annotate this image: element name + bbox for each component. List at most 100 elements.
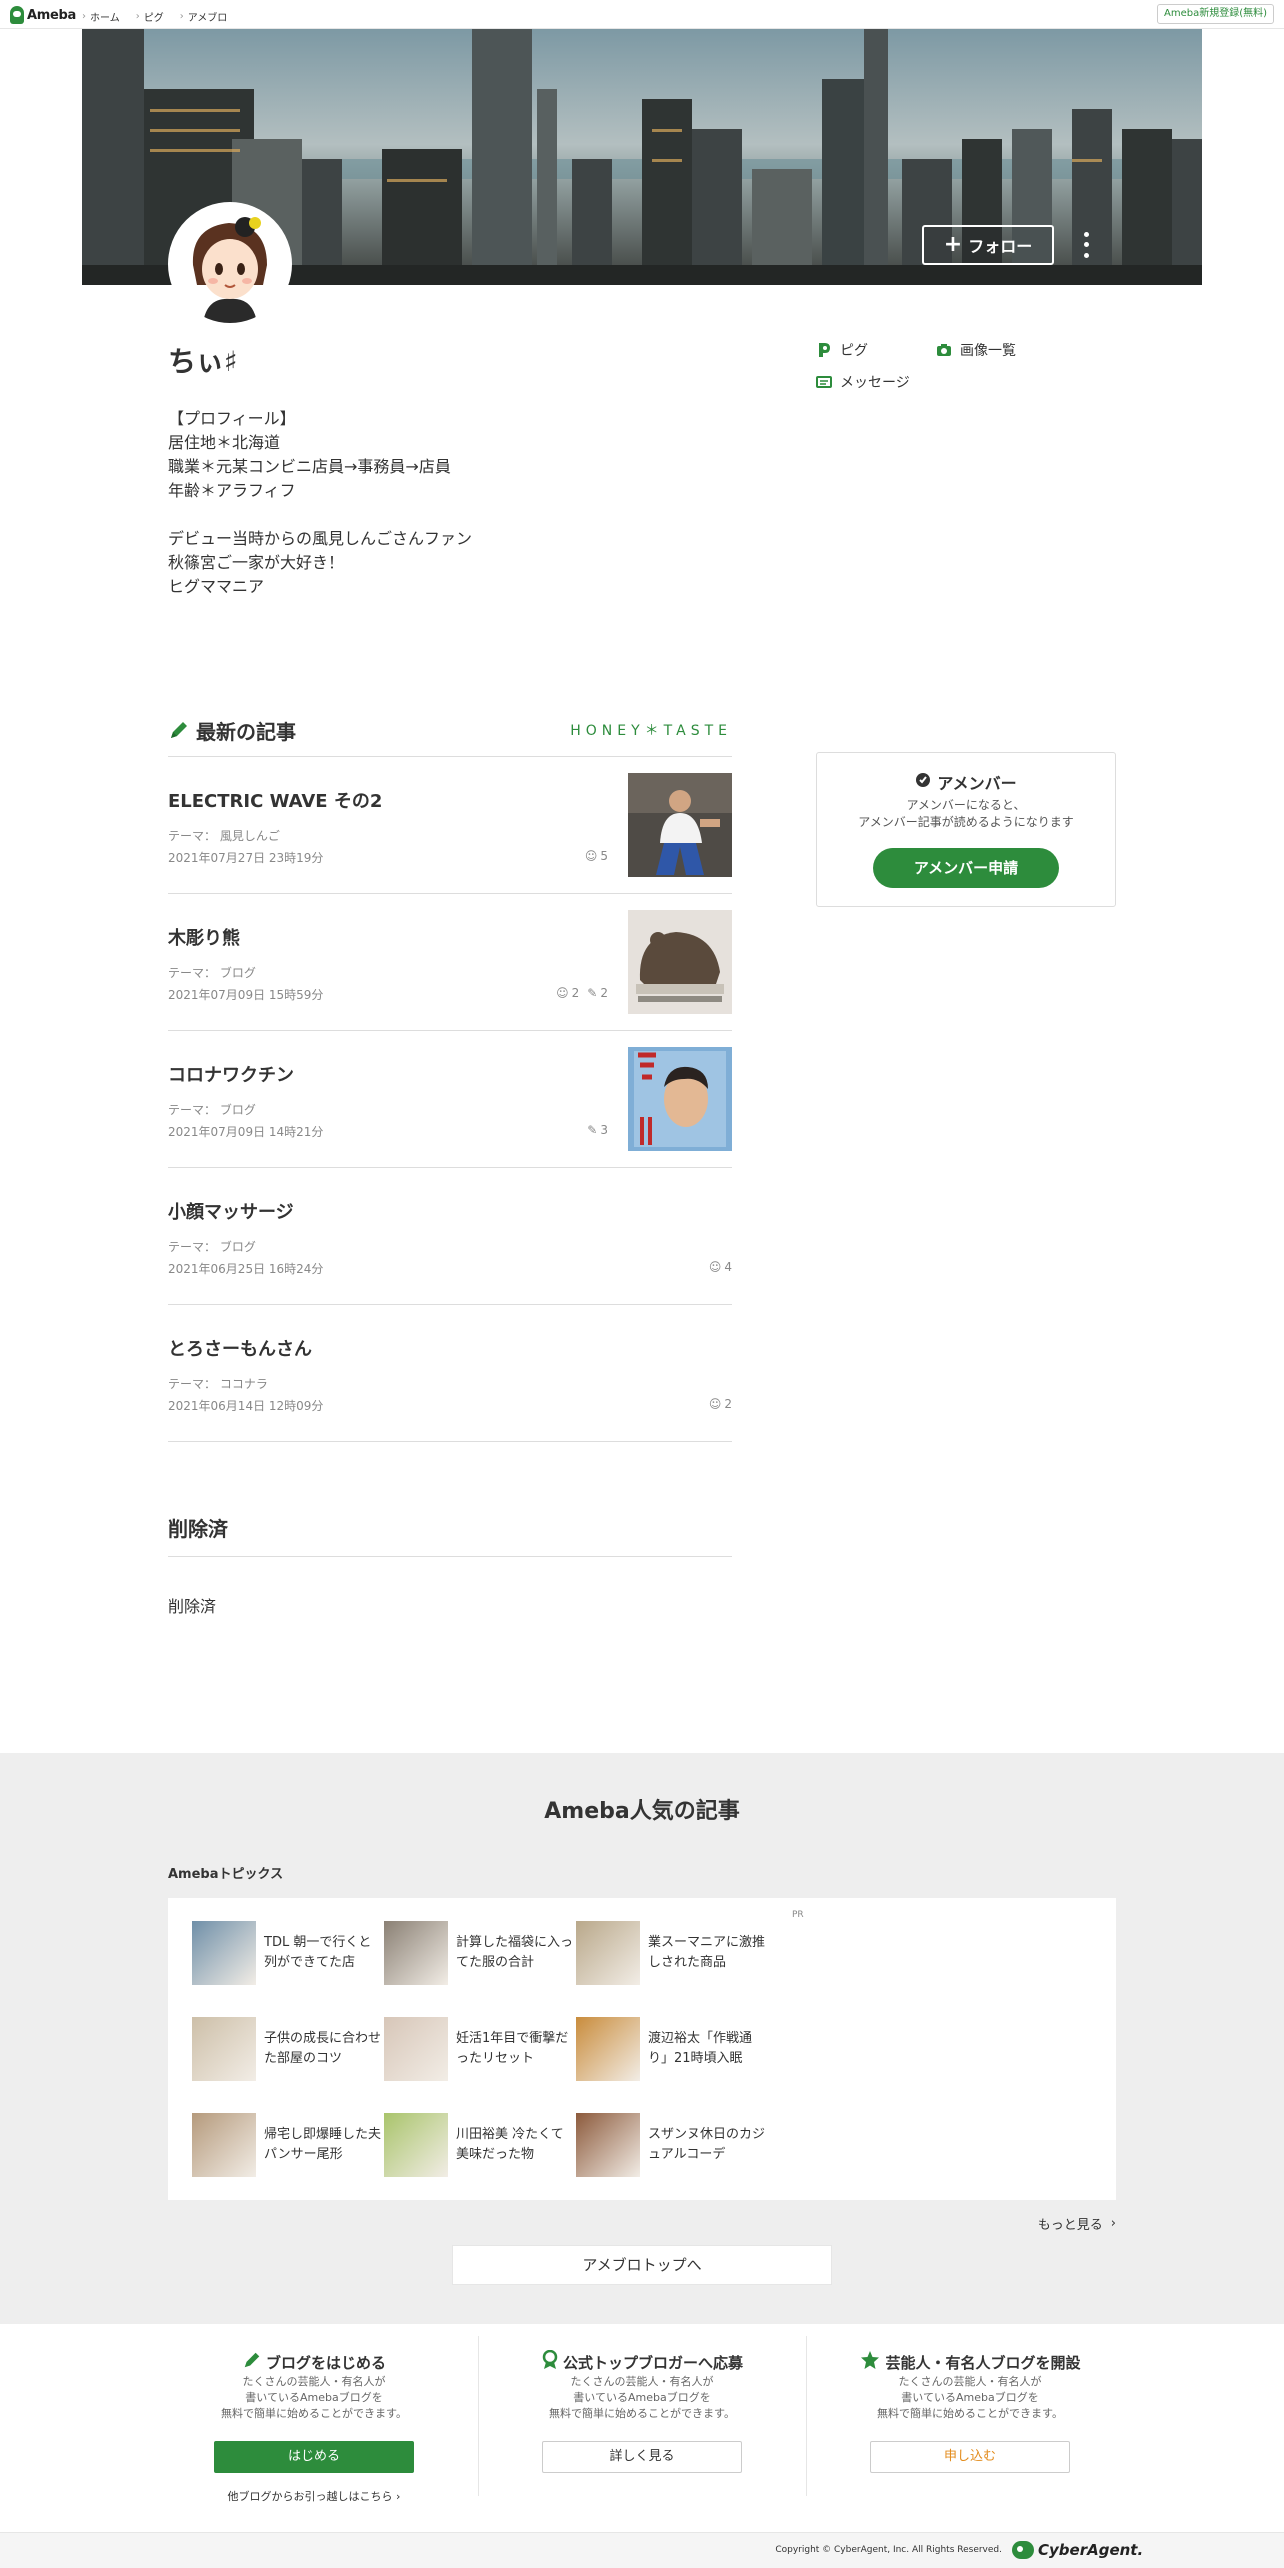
topic-thumbnail[interactable]	[192, 2113, 256, 2177]
nav-home[interactable]: ホーム	[82, 9, 120, 24]
topic-thumbnail[interactable]	[576, 2113, 640, 2177]
topic-thumbnail[interactable]	[384, 2113, 448, 2177]
cyberagent-logo[interactable]: CyberAgent.	[1012, 2541, 1143, 2559]
topic-item[interactable]: 業スーマニアに激推しされた商品	[576, 1920, 768, 1986]
message-link[interactable]: メッセージ	[816, 372, 910, 392]
article-thumbnail[interactable]	[628, 910, 732, 1014]
profile-text: 【プロフィール】 居住地＊北海道 職業＊元某コンビニ店員→事務員→店員 年齢＊ア…	[168, 409, 473, 596]
article-title[interactable]: 小顔マッサージ	[168, 1198, 294, 1224]
topic-text[interactable]: 渡辺裕太「作戦通り」21時頃入眠	[648, 2029, 768, 2069]
start-blog-desc: たくさんの芸能人・有名人が 書いているAmebaブログを 無料で簡単に始めること…	[221, 2375, 407, 2420]
top-bar: Ameba ホーム ピグ アメブロ Ameba新規登録(無料)	[0, 0, 1284, 29]
pigg-link-label: ピグ	[840, 343, 868, 359]
nav-pigg[interactable]: ピグ	[136, 9, 164, 24]
topic-text[interactable]: 妊活1年目で衝撃だったリセット	[456, 2029, 576, 2069]
ameba-logo-icon	[10, 6, 24, 24]
article-item[interactable]: 木彫り熊 テーマ： ブログ 2021年07月09日 15時59分 ☺ 2 ✎ 2	[168, 894, 732, 1031]
celebrity-blog-apply-button[interactable]: 申し込む	[870, 2441, 1070, 2473]
topic-thumbnail[interactable]	[192, 2017, 256, 2081]
topic-text[interactable]: スザンヌ休日のカジュアルコーデ	[648, 2125, 768, 2165]
topic-item[interactable]: 川田裕美 冷たくて美味だった物	[384, 2112, 576, 2178]
article-item[interactable]: ELECTRIC WAVE その2 テーマ： 風見しんご 2021年07月27日…	[168, 757, 732, 894]
topic-item[interactable]: 渡辺裕太「作戦通り」21時頃入眠	[576, 2016, 768, 2082]
topic-thumbnail[interactable]	[576, 1921, 640, 1985]
nav-ameblo[interactable]: アメブロ	[180, 9, 228, 24]
top-nav: ホーム ピグ アメブロ	[82, 9, 227, 24]
topic-text[interactable]: 川田裕美 冷たくて美味だった物	[456, 2125, 576, 2165]
topic-item[interactable]: 計算した福袋に入ってた服の合計	[384, 1920, 576, 1986]
mail-icon	[816, 374, 832, 390]
ameblo-top-button[interactable]: アメブロトップへ	[452, 2245, 832, 2285]
article-date: 2021年06月25日 16時24分	[168, 1262, 324, 1276]
topic-item[interactable]: 妊活1年目で衝撃だったリセット	[384, 2016, 576, 2082]
celebrity-blog-title: 芸能人・有名人ブログを開設	[806, 2350, 1134, 2374]
amember-icon	[915, 772, 931, 792]
migrate-blog-link[interactable]: 他ブログからお引っ越しはこちら ›	[150, 2488, 478, 2504]
article-date: 2021年06月14日 12時09分	[168, 1399, 324, 1413]
chevron-right-icon: ›	[1110, 2216, 1116, 2231]
like-count-value: 2	[724, 1397, 732, 1411]
copyright: Copyright © CyberAgent, Inc. All Rights …	[775, 2545, 1002, 2555]
follow-button[interactable]: + フォロー	[922, 225, 1054, 265]
article-stats: ☺ 2 ✎ 2	[556, 986, 608, 1000]
topic-thumbnail[interactable]	[384, 2017, 448, 2081]
pigg-link[interactable]: ピグ	[816, 340, 868, 360]
topic-text[interactable]: TDL 朝一で行くと列ができてた店	[264, 1933, 384, 1973]
article-thumbnail[interactable]	[628, 1047, 732, 1151]
article-theme[interactable]: テーマ： ココナラ	[168, 1375, 268, 1392]
article-theme[interactable]: テーマ： ブログ	[168, 964, 256, 981]
article-title[interactable]: とろさーもんさん	[168, 1335, 312, 1361]
start-blog-button[interactable]: はじめる	[214, 2441, 414, 2473]
camera-icon	[936, 342, 952, 358]
article-thumbnail[interactable]	[628, 773, 732, 877]
more-link[interactable]: もっと見る ›	[1038, 2214, 1116, 2233]
article-item[interactable]: とろさーもんさん テーマ： ココナラ 2021年06月14日 12時09分 ☺ 2	[168, 1305, 732, 1442]
article-stats: ☺ 4	[709, 1260, 732, 1274]
topic-item[interactable]: TDL 朝一で行くと列ができてた店	[192, 1920, 384, 1986]
article-stats: ☺ 5	[585, 849, 608, 863]
comment-count-value: 3	[600, 1123, 608, 1137]
top-blogger-column: 公式トップブロガーへ応募 たくさんの芸能人・有名人が 書いているAmebaブログ…	[478, 2324, 806, 2532]
topic-item[interactable]: スザンヌ休日のカジュアルコーデ	[576, 2112, 768, 2178]
topic-thumbnail[interactable]	[384, 1921, 448, 1985]
topic-text[interactable]: 子供の成長に合わせた部屋のコツ	[264, 2029, 384, 2069]
more-options-icon[interactable]	[1080, 229, 1092, 261]
topic-text[interactable]: 計算した福袋に入ってた服の合計	[456, 1933, 576, 1973]
article-title[interactable]: 木彫り熊	[168, 924, 240, 950]
comment-icon: ✎	[587, 1123, 598, 1137]
top-blogger-details-button[interactable]: 詳しく見る	[542, 2441, 742, 2473]
like-count-value: 4	[724, 1260, 732, 1274]
cyberagent-logo-icon	[1012, 2541, 1034, 2559]
article-item[interactable]: 小顔マッサージ テーマ： ブログ 2021年06月25日 16時24分 ☺ 4	[168, 1168, 732, 1305]
comment-count-value: 2	[600, 986, 608, 1000]
image-list-link[interactable]: 画像一覧	[936, 340, 1016, 360]
deleted-section-body: 削除済	[168, 1597, 217, 1616]
top-blogger-desc: たくさんの芸能人・有名人が 書いているAmebaブログを 無料で簡単に始めること…	[549, 2375, 735, 2420]
article-theme[interactable]: テーマ： 風見しんご	[168, 827, 280, 844]
blog-name[interactable]: HONEY＊TASTE	[570, 720, 732, 740]
amember-apply-button[interactable]: アメンバー申請	[873, 848, 1059, 888]
article-title[interactable]: ELECTRIC WAVE その2	[168, 787, 382, 813]
like-icon: ☺	[708, 1397, 722, 1411]
article-date: 2021年07月27日 23時19分	[168, 851, 324, 865]
topic-thumbnail[interactable]	[576, 2017, 640, 2081]
register-button[interactable]: Ameba新規登録(無料)	[1156, 4, 1274, 24]
latest-articles-title-text: 最新の記事	[196, 719, 296, 744]
topic-item[interactable]: 帰宅し即爆睡した夫パンサー尾形	[192, 2112, 384, 2178]
migrate-blog-link-label: 他ブログからお引っ越しはこちら	[227, 2490, 393, 2503]
topic-item[interactable]: 子供の成長に合わせた部屋のコツ	[192, 2016, 384, 2082]
star-icon	[859, 2350, 881, 2374]
article-date: 2021年07月09日 15時59分	[168, 988, 324, 1002]
topic-text[interactable]: 帰宅し即爆睡した夫パンサー尾形	[264, 2125, 384, 2165]
divider	[168, 1556, 732, 1557]
comment-icon: ✎	[587, 986, 598, 1000]
article-theme[interactable]: テーマ： ブログ	[168, 1238, 256, 1255]
article-theme[interactable]: テーマ： ブログ	[168, 1101, 256, 1118]
topic-thumbnail[interactable]	[192, 1921, 256, 1985]
article-item[interactable]: コロナワクチン テーマ： ブログ 2021年07月09日 14時21分 ✎ 3	[168, 1031, 732, 1168]
ameba-logo[interactable]: Ameba	[10, 5, 76, 25]
article-title[interactable]: コロナワクチン	[168, 1061, 294, 1087]
avatar[interactable]	[168, 202, 292, 326]
topic-text[interactable]: 業スーマニアに激推しされた商品	[648, 1933, 768, 1973]
like-count: ☺ 5	[585, 849, 608, 863]
